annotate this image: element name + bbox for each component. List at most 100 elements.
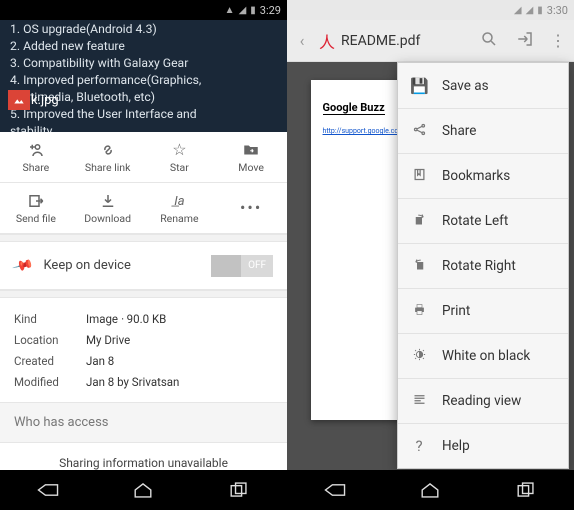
- preview-line: 1. OS upgrade(Android 4.3): [10, 21, 277, 38]
- share-link-button[interactable]: Share link: [72, 132, 144, 183]
- meta-key: Modified: [14, 375, 86, 389]
- download-icon: [99, 192, 117, 210]
- pdf-icon: 人: [319, 29, 335, 53]
- menu-label: White on black: [442, 348, 530, 364]
- menu-print[interactable]: Print: [398, 288, 568, 333]
- file-badge: k.jpg: [8, 90, 59, 110]
- overflow-button[interactable]: ⋮: [546, 31, 570, 50]
- home-nav-button[interactable]: [417, 481, 443, 499]
- wifi-icon: ▲: [225, 5, 235, 16]
- phone-left: ▲ ◢ ▮ 3:29 1. OS upgrade(Android 4.3) 2.…: [0, 0, 287, 510]
- rename-button[interactable]: I̲a Rename: [144, 183, 216, 234]
- file-metadata: KindImage ᐧ 90.0 KB LocationMy Drive Cre…: [0, 298, 287, 403]
- person-plus-icon: [27, 141, 45, 159]
- signal-icon: ◢: [239, 5, 247, 16]
- rotate-right-icon: [410, 257, 428, 276]
- doc-heading: Google Buzz: [323, 101, 385, 115]
- menu-label: Reading view: [442, 393, 521, 409]
- file-preview[interactable]: 1. OS upgrade(Android 4.3) 2. Added new …: [0, 20, 287, 132]
- menu-label: Rotate Right: [442, 258, 516, 274]
- menu-label: Help: [442, 438, 470, 454]
- preview-line: stability: [10, 123, 277, 132]
- menu-save-as[interactable]: 💾Save as: [398, 63, 568, 108]
- menu-label: Rotate Left: [442, 213, 508, 229]
- action-label: Share link: [85, 161, 131, 174]
- signal-icon: ◢: [514, 5, 522, 16]
- bookmark-icon: [410, 167, 428, 186]
- link-icon: [99, 141, 117, 159]
- back-nav-button[interactable]: [322, 481, 348, 499]
- rename-icon: I̲a: [174, 192, 184, 210]
- action-label: Share: [22, 161, 49, 174]
- meta-value: Jan 8 by Srivatsan: [86, 375, 179, 389]
- more-button[interactable]: •••: [215, 183, 287, 234]
- meta-value: Jan 8: [86, 354, 114, 368]
- status-time: 3:29: [260, 4, 281, 17]
- nav-bar: [0, 470, 287, 510]
- pin-icon: 📌: [11, 254, 34, 277]
- menu-help[interactable]: ? Help: [398, 423, 568, 468]
- status-bar: ▲ ◢ ▮ 3:29: [0, 0, 287, 20]
- meta-key: Kind: [14, 312, 86, 326]
- recent-nav-button[interactable]: [513, 481, 539, 499]
- export-icon: [27, 192, 45, 210]
- help-icon: ?: [410, 437, 428, 455]
- star-icon: ☆: [172, 141, 186, 159]
- phone-right: ◢ ◢ ▮ 3:30 ‹ 人 README.pdf ⋮ Google Buzz …: [287, 0, 574, 510]
- nav-bar: [287, 470, 574, 510]
- access-header: Who has access: [0, 403, 287, 443]
- divider: [0, 290, 287, 298]
- menu-bookmarks[interactable]: Bookmarks: [398, 153, 568, 198]
- divider: [0, 234, 287, 242]
- menu-label: Share: [442, 123, 476, 139]
- menu-rotate-right[interactable]: Rotate Right: [398, 243, 568, 288]
- meta-key: Location: [14, 333, 86, 347]
- print-icon: [410, 302, 428, 321]
- menu-label: Print: [442, 303, 470, 319]
- folder-move-icon: [242, 141, 260, 159]
- back-button[interactable]: ‹: [291, 31, 313, 50]
- meta-value: My Drive: [86, 333, 130, 347]
- meta-value: Image ᐧ 90.0 KB: [86, 312, 166, 326]
- menu-white-on-black[interactable]: White on black: [398, 333, 568, 378]
- status-time: 3:30: [547, 4, 568, 17]
- keep-label: Keep on device: [43, 258, 130, 273]
- action-label: Send file: [16, 212, 56, 225]
- menu-label: Bookmarks: [442, 168, 510, 184]
- action-label: Download: [84, 212, 131, 225]
- more-icon: •••: [240, 198, 262, 216]
- move-button[interactable]: Move: [215, 132, 287, 183]
- reading-icon: [410, 392, 428, 411]
- contrast-icon: [410, 347, 428, 366]
- download-button[interactable]: Download: [72, 183, 144, 234]
- preview-line: 4. Improved performance(Graphics,: [10, 72, 277, 89]
- preview-line: 2. Added new feature: [10, 38, 277, 55]
- menu-share[interactable]: Share: [398, 108, 568, 153]
- file-name: k.jpg: [31, 92, 59, 109]
- menu-reading-view[interactable]: Reading view: [398, 378, 568, 423]
- action-grid: Share Share link ☆ Star Move: [0, 132, 287, 234]
- keep-toggle[interactable]: OFF: [211, 255, 273, 277]
- document-title: README.pdf: [341, 33, 468, 49]
- action-bar: ‹ 人 README.pdf ⋮: [287, 20, 574, 62]
- search-button[interactable]: [474, 30, 504, 52]
- rotate-left-icon: [410, 212, 428, 231]
- status-bar: ◢ ◢ ▮ 3:30: [287, 0, 574, 20]
- recent-nav-button[interactable]: [226, 481, 252, 499]
- signal-icon: ◢: [526, 5, 534, 16]
- back-nav-button[interactable]: [35, 481, 61, 499]
- battery-icon: ▮: [537, 5, 543, 16]
- open-in-button[interactable]: [510, 30, 540, 52]
- action-label: Rename: [160, 212, 198, 225]
- battery-icon: ▮: [250, 5, 256, 16]
- send-file-button[interactable]: Send file: [0, 183, 72, 234]
- home-nav-button[interactable]: [130, 481, 156, 499]
- toggle-state: OFF: [248, 260, 266, 271]
- image-icon: [8, 90, 30, 110]
- share-button[interactable]: Share: [0, 132, 72, 183]
- star-button[interactable]: ☆ Star: [144, 132, 216, 183]
- keep-on-device-row[interactable]: 📌 Keep on device OFF: [0, 242, 287, 290]
- action-label: Star: [170, 161, 189, 174]
- overflow-menu: 💾Save as Share Bookmarks Rotate Left Rot…: [397, 62, 569, 469]
- menu-rotate-left[interactable]: Rotate Left: [398, 198, 568, 243]
